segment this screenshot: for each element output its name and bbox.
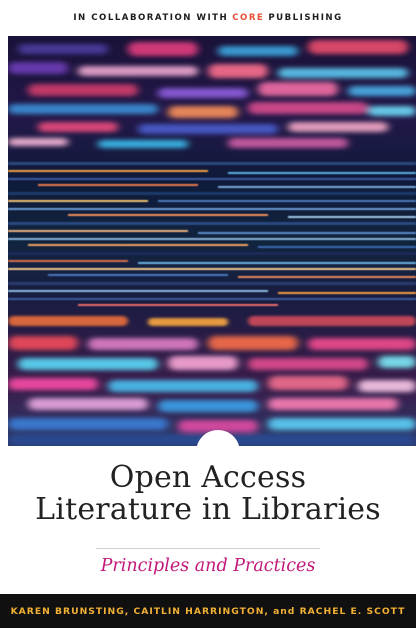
book-cover: IN COLLABORATION WITH CORE PUBLISHING Op…	[0, 0, 416, 628]
book-title: Open Access Literature in Libraries	[0, 462, 416, 526]
collaboration-prefix: IN COLLABORATION WITH	[73, 13, 229, 23]
book-subtitle: Principles and Practices	[100, 556, 316, 576]
cover-artwork-light-streaks	[8, 36, 416, 446]
author-bar: KAREN BRUNSTING, CAITLIN HARRINGTON, and…	[0, 594, 416, 628]
author-names: KAREN BRUNSTING, CAITLIN HARRINGTON, and…	[10, 605, 406, 617]
book-title-line-1: Open Access	[109, 460, 307, 495]
collaboration-banner: IN COLLABORATION WITH CORE PUBLISHING	[0, 0, 416, 36]
collaboration-suffix: PUBLISHING	[268, 13, 343, 23]
publisher-brand-core: CORE	[232, 13, 265, 23]
book-title-line-2: Literature in Libraries	[35, 492, 381, 527]
title-divider	[96, 548, 320, 549]
